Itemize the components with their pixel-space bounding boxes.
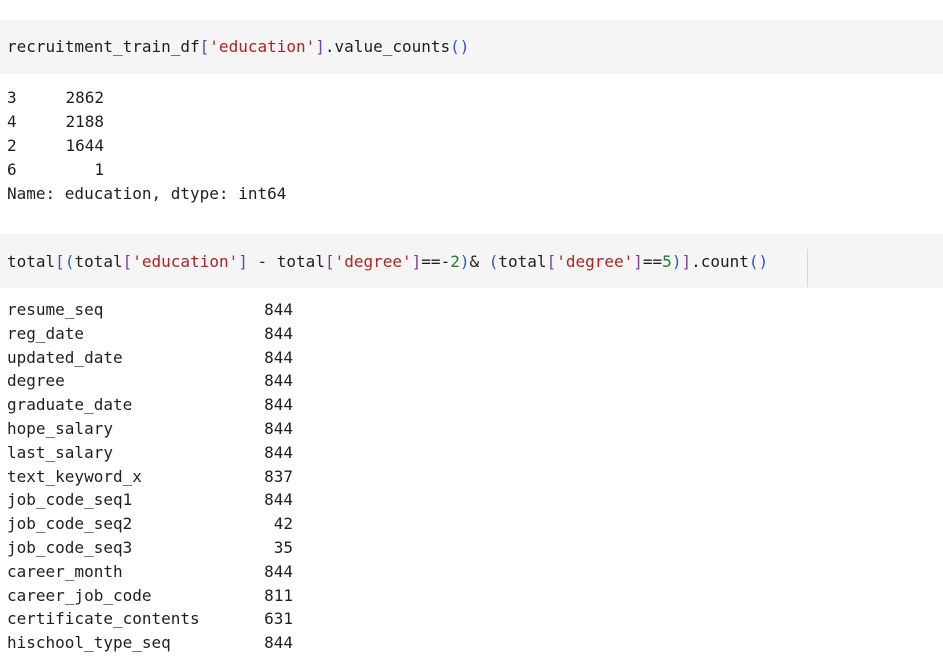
code-token: [ <box>199 37 210 56</box>
code-token: .value_counts <box>324 37 451 56</box>
column-name: text_keyword_x <box>7 466 142 486</box>
column-count: 844 <box>264 418 293 438</box>
column-count: 844 <box>264 490 293 510</box>
value-count-index: 2 <box>7 136 17 155</box>
code-token: ( <box>488 252 499 271</box>
column-count: 837 <box>264 466 293 486</box>
code-token: total <box>7 252 56 271</box>
code-token: ] <box>411 252 422 271</box>
code-token: 'degree' <box>556 252 634 271</box>
code-token: recruitment_train_df <box>7 37 200 56</box>
code-token: ] <box>238 252 248 271</box>
code-token: () <box>450 37 470 56</box>
column-count: 844 <box>264 323 293 343</box>
code-token: ] <box>681 252 692 271</box>
value-count-index: 3 <box>7 88 17 107</box>
code-token: ) <box>671 252 682 271</box>
code-token: total <box>74 252 123 271</box>
value-count-number: 2862 <box>65 88 104 107</box>
column-count: 42 <box>273 514 293 534</box>
code-token: 'degree' <box>334 252 412 271</box>
code-token: () <box>748 252 769 271</box>
code-cell-2-input[interactable]: total[(total['education'] - total['degre… <box>0 234 943 288</box>
value-count-number: 2188 <box>65 112 104 131</box>
code-token: & <box>469 252 489 271</box>
column-name: career_job_code <box>7 585 152 605</box>
value-count-number: 1644 <box>65 136 104 155</box>
editor-cursor-line <box>807 249 808 287</box>
value-count-index: 4 <box>7 112 17 131</box>
code-token: [ <box>546 252 557 271</box>
code-cell-1-input[interactable]: recruitment_train_df['education'].value_… <box>0 20 943 74</box>
column-name: degree <box>7 371 65 391</box>
code-token: ( <box>64 252 75 271</box>
value-count-row: 3 2862 <box>7 86 286 110</box>
column-count: 844 <box>264 442 293 462</box>
code-token: [ <box>324 252 335 271</box>
column-name: hischool_type_seq <box>7 633 171 653</box>
column-count: 35 <box>273 537 293 557</box>
column-name: graduate_date <box>7 395 133 415</box>
code-token: .count <box>691 252 749 271</box>
value-count-row: 61 <box>7 158 286 182</box>
column-count: 844 <box>264 300 293 319</box>
column-count: 844 <box>264 561 293 581</box>
code-token: ] <box>315 37 325 56</box>
code-token: 'education' <box>209 37 316 56</box>
value-count-index: 6 <box>7 160 17 179</box>
value-count-row: 4 2188 <box>7 110 286 134</box>
column-name: hope_salary <box>7 418 113 438</box>
column-count: 811 <box>264 585 293 605</box>
code-token: total <box>498 252 547 271</box>
column-name: career_month <box>7 561 123 581</box>
code-token: 2 <box>450 252 460 271</box>
column-name: job_code_seq1 <box>7 490 133 510</box>
column-count: 631 <box>264 609 293 629</box>
column-count: 844 <box>264 395 293 415</box>
column-name: job_code_seq3 <box>7 537 133 557</box>
value-count-number: 1 <box>94 160 104 179</box>
series-footer: Name: education, dtype: int64 <box>7 184 287 203</box>
code-token: ==- <box>421 252 451 271</box>
column-name: job_code_seq2 <box>7 514 133 534</box>
column-count: 844 <box>264 633 293 653</box>
code-token: 5 <box>662 252 672 271</box>
code-token: == <box>642 252 663 271</box>
code-token: total <box>276 252 325 271</box>
code-token: ] <box>633 252 643 271</box>
code-token: 'education' <box>132 252 239 271</box>
column-name: certificate_contents <box>7 609 200 629</box>
column-count: 844 <box>264 371 293 391</box>
column-name: reg_date <box>7 323 85 343</box>
column-name: updated_date <box>7 347 123 367</box>
value-count-row: 2 1644 <box>7 134 286 158</box>
code-token: [ <box>55 252 65 271</box>
code-cell-1-output: 3 2862 4 2188 2 1644 6 1 Name: education, dtype:… <box>7 86 286 206</box>
code-token: - <box>247 252 277 271</box>
column-name: resume_seq <box>7 300 104 319</box>
column-count: 844 <box>264 347 293 367</box>
code-token: [ <box>122 252 133 271</box>
column-name: last_salary <box>7 442 113 462</box>
